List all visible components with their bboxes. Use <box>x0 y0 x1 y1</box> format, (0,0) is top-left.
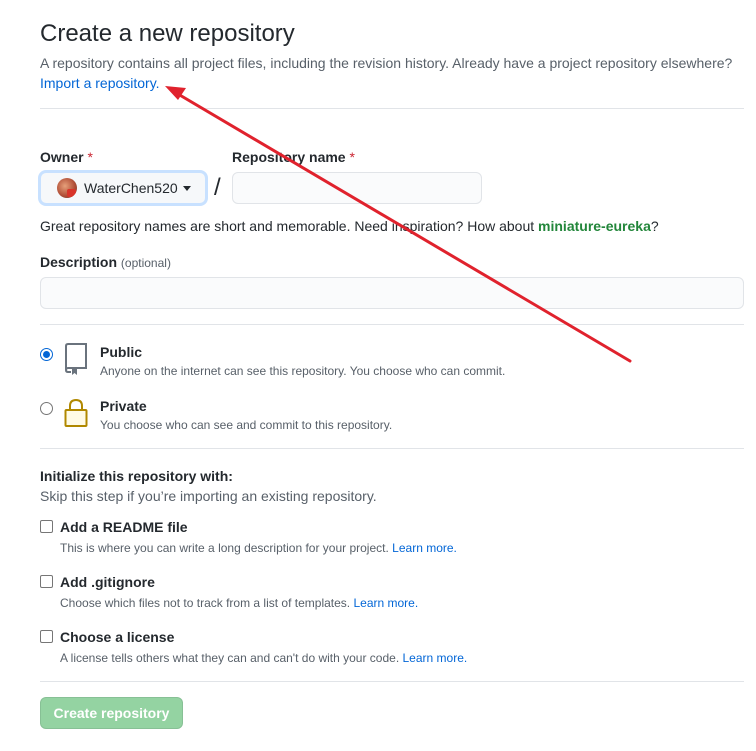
optional-mark: (optional) <box>120 256 171 270</box>
create-repository-button[interactable]: Create repository <box>40 697 183 729</box>
gitignore-checkbox[interactable] <box>40 575 53 588</box>
owner-select-button[interactable]: WaterChen520 <box>40 172 206 204</box>
license-checkbox[interactable] <box>40 630 53 643</box>
private-radio[interactable] <box>40 402 53 415</box>
required-mark: * <box>349 149 355 165</box>
description-input[interactable] <box>40 277 744 309</box>
public-title: Public <box>100 344 143 360</box>
learn-more-link[interactable]: Learn more. <box>392 541 457 555</box>
name-hint: Great repository names are short and mem… <box>40 218 659 234</box>
init-subtitle: Skip this step if you’re importing an ex… <box>40 488 377 504</box>
repo-icon <box>65 343 87 375</box>
required-mark: * <box>87 149 93 165</box>
learn-more-link[interactable]: Learn more. <box>353 596 418 610</box>
page-title: Create a new repository <box>40 20 295 47</box>
repo-name-input[interactable] <box>232 172 482 204</box>
public-description: Anyone on the internet can see this repo… <box>100 364 506 378</box>
gitignore-description: Choose which files not to track from a l… <box>60 596 419 610</box>
divider <box>40 681 744 682</box>
lock-icon <box>64 398 88 427</box>
import-repository-link[interactable]: Import a repository. <box>40 73 160 93</box>
license-title: Choose a license <box>60 629 175 645</box>
license-description: A license tells others what they can and… <box>60 651 468 665</box>
readme-title: Add a README file <box>60 519 188 535</box>
repo-name-label: Repository name * <box>232 149 355 165</box>
avatar <box>57 178 77 198</box>
divider <box>40 324 744 325</box>
learn-more-link[interactable]: Learn more. <box>403 651 468 665</box>
owner-name: WaterChen520 <box>84 180 178 196</box>
chevron-down-icon <box>182 185 191 191</box>
readme-checkbox[interactable] <box>40 520 53 533</box>
page-subtitle: A repository contains all project files,… <box>40 55 733 71</box>
private-title: Private <box>100 398 147 414</box>
readme-description: This is where you can write a long descr… <box>60 541 457 555</box>
init-title: Initialize this repository with: <box>40 468 233 484</box>
description-label: Description (optional) <box>40 254 171 270</box>
divider <box>40 448 744 449</box>
owner-repo-separator: / <box>214 174 221 201</box>
public-radio[interactable] <box>40 348 53 361</box>
private-description: You choose who can see and commit to thi… <box>100 418 393 432</box>
name-suggestion[interactable]: miniature-eureka <box>538 218 651 234</box>
owner-label: Owner * <box>40 149 93 165</box>
gitignore-title: Add .gitignore <box>60 574 155 590</box>
divider <box>40 108 744 109</box>
arrow-head <box>165 86 186 100</box>
